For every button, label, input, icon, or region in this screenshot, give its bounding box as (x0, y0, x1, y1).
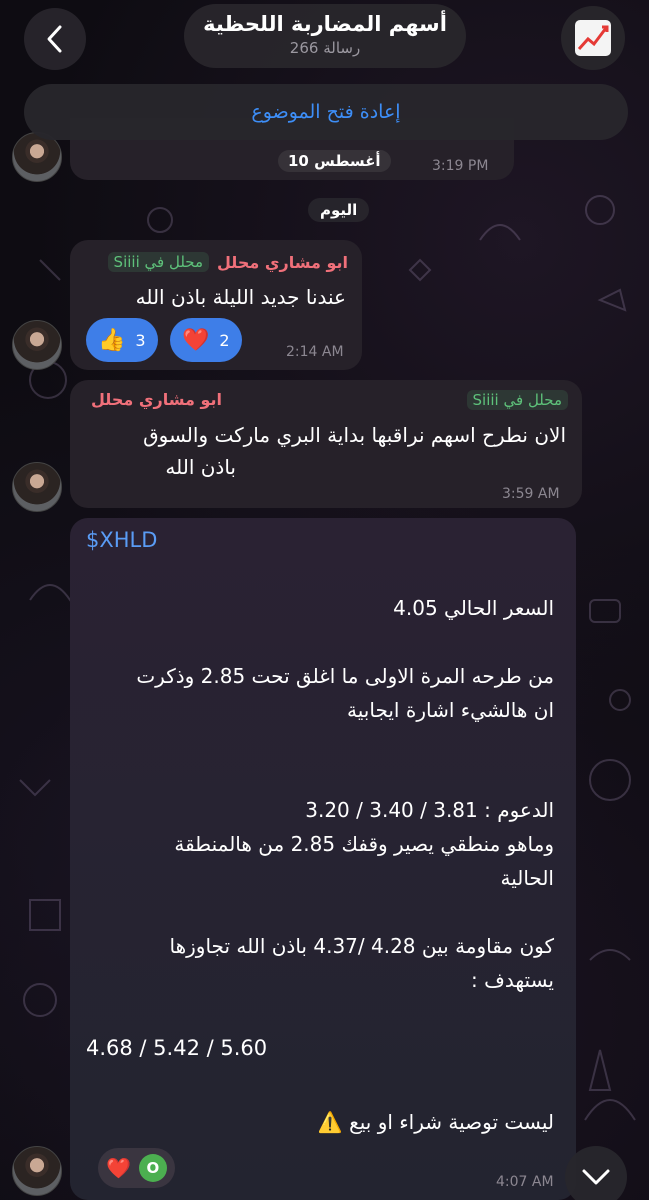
chat-title: أسهم المضاربة اللحظية (203, 12, 447, 36)
date-separator: اليوم (308, 198, 370, 222)
date-chip: 10 أغسطس (278, 150, 391, 172)
message-text-line-2: باذن الله (165, 455, 236, 479)
avatar[interactable] (12, 462, 62, 512)
back-button[interactable] (24, 8, 86, 70)
history-line-1: من طرحه المرة الاولى ما اغلق تحت 2.85 وذ… (136, 664, 554, 688)
reaction-thumbs-up[interactable]: 👍 3 (86, 318, 158, 362)
resistance-line-1: كون مقاومة بين 4.28 /4.37 باذن الله تجاو… (169, 934, 555, 958)
message-text-line-1: الان نطرح اسهم نراقبها بداية البري ماركت… (143, 423, 566, 447)
reaction-heart[interactable]: ❤️ 2 (170, 318, 242, 362)
chevron-down-icon (582, 1169, 610, 1185)
sender-tag: محلل في Siiii (466, 390, 568, 410)
price-line: السعر الحالي 4.05 (393, 596, 554, 620)
sender-name[interactable]: ابو مشاري محلل (217, 253, 348, 272)
ticker-link[interactable]: $XHLD (86, 528, 157, 552)
message-time: 4:07 AM (496, 1174, 554, 1190)
chevron-left-icon (47, 25, 62, 53)
support-line-3: الحالية (500, 866, 554, 890)
targets-line: 4.68 / 5.42 / 5.60 (86, 1036, 268, 1060)
message-time: 3:19 PM (432, 158, 489, 174)
message-bubble[interactable]: محلل في Siiii ابو مشاري محلل الان نطرح ا… (70, 380, 582, 508)
message-bubble[interactable]: $XHLD السعر الحالي 4.05 من طرحه المرة ال… (70, 518, 576, 1200)
resistance-line-2: يستهدف : (471, 968, 554, 992)
message-time: 2:14 AM (286, 344, 344, 360)
thumbs-up-icon: 👍 (98, 327, 126, 353)
support-line-2: وماهو منطقي يصير وقفك 2.85 من هالمنطقة (174, 832, 554, 856)
chat-header: أسهم المضاربة اللحظية 266 رسالة (0, 0, 649, 80)
heart-icon: ❤️ (182, 327, 210, 353)
avatar[interactable] (12, 1146, 62, 1196)
reaction-avatar-badge: O (138, 1154, 167, 1182)
avatar[interactable] (12, 320, 62, 370)
message-count: 266 رسالة (289, 39, 361, 57)
reaction-count: 2 (219, 330, 230, 350)
reaction-count: 3 (135, 330, 146, 350)
reopen-topic-button[interactable]: إعادة فتح الموضوع (24, 84, 628, 140)
support-line-1: الدعوم : 3.81 / 3.40 / 3.20 (305, 798, 554, 822)
heart-icon: ❤️ (106, 1156, 131, 1180)
reaction-heart[interactable]: ❤️ O (98, 1148, 175, 1188)
disclaimer-line: ليست توصية شراء او بيع ⚠️ (317, 1110, 554, 1134)
scroll-to-bottom-button[interactable] (565, 1146, 627, 1200)
sender-name[interactable]: ابو مشاري محلل (91, 390, 222, 409)
chat-title-pill[interactable]: أسهم المضاربة اللحظية 266 رسالة (184, 4, 466, 68)
message-text: عندنا جديد الليلة باذن الله (135, 285, 346, 309)
sender-tag: محلل في Siiii (107, 252, 210, 272)
chart-increasing-icon (575, 20, 611, 56)
topic-avatar[interactable] (561, 6, 625, 70)
history-line-2: ان هالشيء اشارة ايجابية (347, 698, 554, 722)
message-time: 3:59 AM (502, 486, 560, 502)
